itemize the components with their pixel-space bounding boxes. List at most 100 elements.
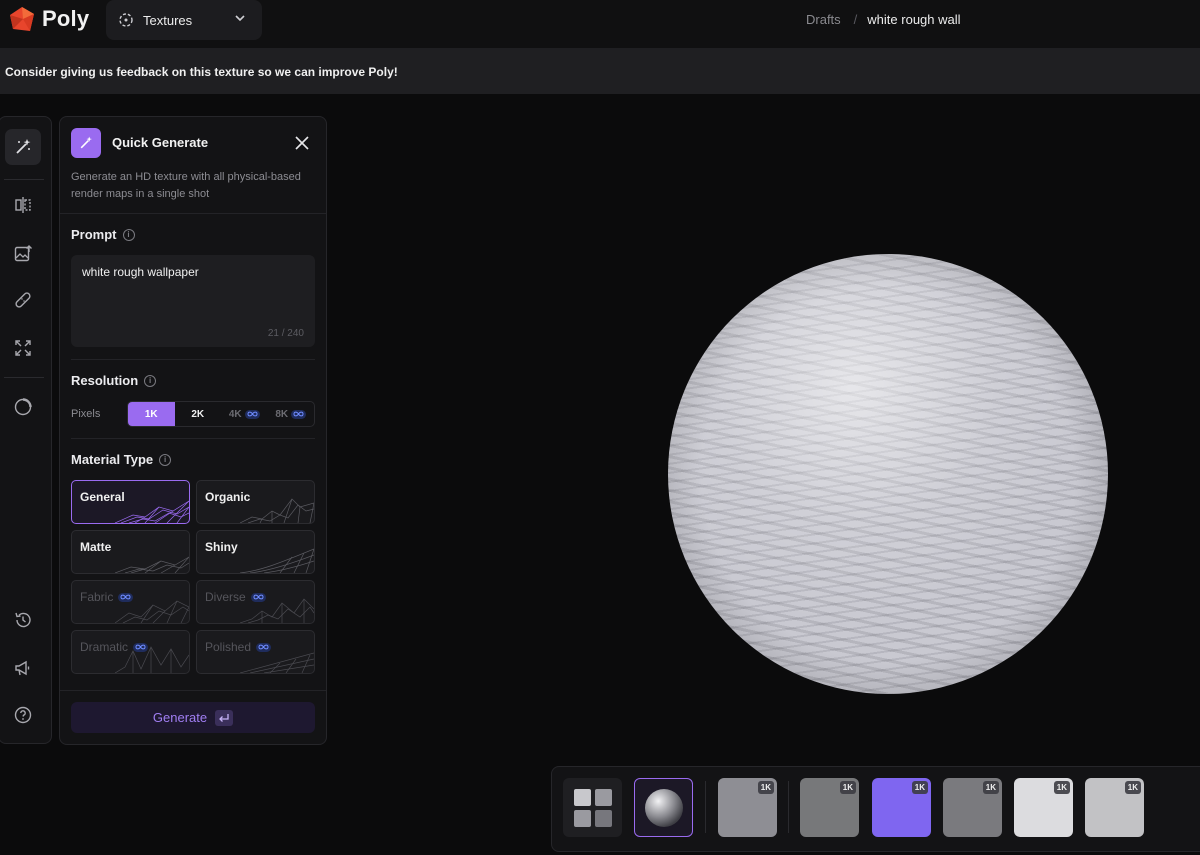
bandage-icon	[15, 292, 31, 308]
feedback-text: Consider giving us feedback on this text…	[5, 65, 398, 79]
top-bar: Poly Textures Drafts / white rough wall	[0, 0, 1200, 48]
rail-help[interactable]	[5, 697, 41, 733]
resolution-badge: 1K	[1124, 781, 1141, 794]
prompt-label: Prompt	[71, 227, 117, 242]
info-icon[interactable]: i	[159, 453, 172, 466]
breadcrumb-separator: /	[853, 12, 858, 27]
infinity-icon	[244, 409, 260, 419]
breadcrumb-current[interactable]: white rough wall	[867, 12, 960, 27]
image-upload-icon	[14, 245, 32, 262]
rail-material[interactable]	[5, 389, 41, 425]
wireframe-preview	[115, 500, 189, 523]
megaphone-icon	[15, 660, 30, 676]
quick-generate-panel: Quick Generate Generate an HD texture wi…	[59, 116, 327, 745]
prompt-char-count: 21 / 240	[267, 328, 304, 339]
sphere-view-button[interactable]	[634, 778, 693, 837]
info-icon[interactable]: i	[144, 374, 157, 387]
app-name: Poly	[42, 6, 90, 31]
panel-title: Quick Generate	[112, 135, 209, 150]
material-option-organic[interactable]: Organic	[196, 480, 315, 524]
wireframe-preview	[240, 498, 314, 523]
rail-quick-generate[interactable]	[5, 129, 41, 165]
quick-generate-badge	[71, 128, 101, 158]
sphere-icon	[644, 788, 683, 827]
rail-compare[interactable]	[5, 187, 41, 223]
resolution-selector: 1K 2K 4K 8K	[127, 401, 315, 427]
divider	[60, 690, 326, 691]
panel-description: Generate an HD texture with all physical…	[71, 171, 301, 200]
resolution-badge: 1K	[911, 781, 928, 794]
wireframe-preview	[115, 646, 189, 673]
map-tile-normal[interactable]: 1K	[872, 778, 931, 837]
logo[interactable]: Poly	[8, 5, 89, 33]
map-tile-height[interactable]: 1K	[1014, 778, 1073, 837]
breadcrumb: Drafts / white rough wall	[806, 12, 961, 27]
magic-wand-icon	[16, 139, 31, 154]
enter-key-icon	[215, 709, 234, 726]
generate-label: Generate	[152, 710, 208, 725]
breadcrumb-drafts[interactable]: Drafts	[806, 12, 841, 27]
info-icon[interactable]: i	[122, 228, 135, 241]
expand-icon	[15, 340, 31, 356]
history-icon	[15, 612, 31, 628]
close-icon[interactable]	[294, 135, 310, 151]
rail-patch[interactable]	[5, 282, 41, 318]
compare-icon	[15, 197, 31, 213]
product-select-label: Textures	[143, 12, 193, 28]
maps-tray: 1K 1K 1K 1K 1K 1K	[551, 766, 1200, 852]
poly-logo-icon	[10, 7, 34, 31]
divider	[71, 359, 315, 360]
map-tile-albedo[interactable]: 1K	[718, 778, 777, 837]
resolution-badge: 1K	[1053, 781, 1070, 794]
material-option-general[interactable]: General	[71, 480, 190, 524]
resolution-option-4k[interactable]: 4K	[221, 402, 268, 426]
divider	[60, 213, 326, 214]
grid-view-button[interactable]	[563, 778, 622, 837]
rail-image-upload[interactable]	[5, 236, 41, 272]
pixels-label: Pixels	[71, 408, 101, 420]
material-preview-sphere[interactable]	[668, 254, 1108, 694]
material-option-matte[interactable]: Matte	[71, 530, 190, 574]
resolution-option-1k[interactable]: 1K	[128, 402, 175, 426]
divider	[705, 781, 706, 833]
material-option-polished[interactable]: Polished	[196, 630, 315, 674]
resolution-label: Resolution	[71, 373, 139, 388]
prompt-value: white rough wallpaper	[82, 265, 199, 279]
infinity-icon	[291, 409, 307, 419]
grid-icon	[573, 788, 612, 827]
divider	[71, 438, 315, 439]
material-option-dramatic[interactable]: Dramatic	[71, 630, 190, 674]
wireframe-preview	[115, 600, 189, 623]
generate-button[interactable]: Generate	[71, 702, 315, 733]
material-type-section-label: Material Type i	[71, 452, 172, 467]
map-tile-metallic[interactable]: 1K	[1085, 778, 1144, 837]
chevron-down-icon	[235, 15, 245, 22]
circle-icon	[14, 398, 32, 416]
wireframe-preview	[240, 652, 314, 673]
help-icon	[14, 706, 32, 724]
resolution-option-2k[interactable]: 2K	[175, 402, 222, 426]
material-type-label: Material Type	[71, 452, 154, 467]
map-tile-roughness[interactable]: 1K	[943, 778, 1002, 837]
textures-icon	[119, 13, 133, 27]
material-option-shiny[interactable]: Shiny	[196, 530, 315, 574]
resolution-badge: 1K	[982, 781, 999, 794]
material-option-fabric[interactable]: Fabric	[71, 580, 190, 624]
map-tile-ao[interactable]: 1K	[800, 778, 859, 837]
resolution-badge: 1K	[839, 781, 856, 794]
product-select[interactable]: Textures	[106, 0, 262, 40]
resolution-option-8k[interactable]: 8K	[268, 402, 315, 426]
prompt-input[interactable]: white rough wallpaper 21 / 240	[71, 255, 315, 347]
resolution-section-label: Resolution i	[71, 373, 157, 388]
tool-rail	[0, 116, 52, 744]
rail-history[interactable]	[5, 602, 41, 638]
magic-wand-icon	[80, 136, 92, 149]
divider	[788, 781, 789, 833]
feedback-banner[interactable]: Consider giving us feedback on this text…	[0, 48, 1200, 94]
material-option-diverse[interactable]: Diverse	[196, 580, 315, 624]
wireframe-preview	[240, 598, 314, 623]
rail-announcements[interactable]	[5, 650, 41, 686]
resolution-badge: 1K	[757, 781, 774, 794]
rail-upscale[interactable]	[5, 330, 41, 366]
prompt-section-label: Prompt i	[71, 227, 135, 242]
